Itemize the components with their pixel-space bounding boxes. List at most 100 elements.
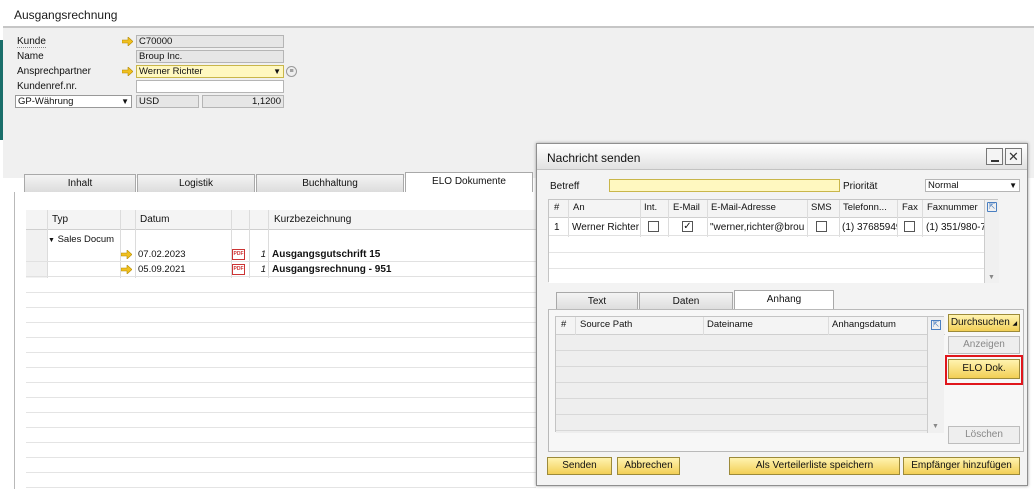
senden-button[interactable]: Senden — [547, 457, 612, 475]
currency-select[interactable]: GP-Währung ▼ — [15, 95, 132, 108]
exchange-rate-field[interactable]: 1,1200 — [202, 95, 284, 108]
fax-checkbox[interactable] — [904, 221, 915, 232]
pdf-icon[interactable]: PDF — [232, 264, 245, 275]
minimize-icon — [991, 160, 999, 162]
link-arrow-icon[interactable] — [121, 250, 132, 259]
row-datum: 07.02.2023 — [138, 249, 186, 260]
window-titlebar: Ausgangsrechnung — [3, 0, 1034, 28]
tab-buchhaltung[interactable]: Buchhaltung — [256, 174, 404, 192]
verteilerliste-button[interactable]: Als Verteilerliste speichern — [729, 457, 900, 475]
col-header-faxnummer: Faxnummer — [927, 202, 978, 213]
betreff-label: Betreff — [550, 181, 580, 192]
nachricht-senden-dialog: Nachricht senden ✕ Betreff Priorität Nor… — [536, 143, 1028, 486]
row-an: Werner Richter — [572, 222, 640, 233]
kundenref-field[interactable] — [136, 80, 284, 93]
chevron-down-icon: ▼ — [48, 237, 55, 244]
tab-anhang[interactable]: Anhang — [734, 290, 834, 310]
row-telefon: (1) 37685949 — [842, 222, 897, 233]
durchsuchen-label: Durchsuchen — [950, 317, 1010, 328]
tab-logistik[interactable]: Logistik — [137, 174, 255, 192]
durchsuchen-button[interactable]: Durchsuchen ◢ — [948, 314, 1020, 332]
name-field[interactable]: Broup Inc. — [136, 50, 284, 63]
kunde-field[interactable]: C70000 — [136, 35, 284, 48]
checkmark-icon: ✓ — [683, 221, 692, 232]
list-icon[interactable]: ≡ — [286, 66, 297, 77]
col-header-sms: SMS — [811, 202, 832, 213]
scroll-down-icon[interactable]: ▼ — [932, 423, 939, 430]
tab-text[interactable]: Text — [556, 292, 638, 310]
window-title: Ausgangsrechnung — [14, 8, 118, 22]
minimize-button[interactable] — [986, 148, 1003, 165]
loeschen-button[interactable]: Löschen — [948, 426, 1020, 444]
col-header-num: # — [554, 202, 560, 213]
tab-inhalt[interactable]: Inhalt — [24, 174, 136, 192]
tab-daten[interactable]: Daten — [639, 292, 733, 310]
email-checkbox[interactable]: ✓ — [682, 221, 693, 232]
row-email-adresse: "werner,richter@brou — [710, 222, 805, 233]
col-header-typ[interactable]: Typ — [52, 214, 68, 225]
col-header-num: # — [561, 319, 567, 330]
currency-select-label: GP-Währung — [18, 96, 74, 107]
link-arrow-icon[interactable] — [122, 37, 133, 46]
elo-documents-table: Typ Datum Kurzbezeichnung ▼ Sales Docum … — [26, 210, 536, 489]
empty-rows — [26, 278, 536, 489]
empty-rows — [549, 237, 984, 283]
recipients-table: # An Int. E-Mail E-Mail-Adresse SMS Tele… — [548, 199, 999, 283]
abbrechen-button[interactable]: Abbrechen — [617, 457, 680, 475]
chevron-down-icon: ▼ — [273, 67, 281, 76]
betreff-input[interactable] — [609, 179, 840, 192]
col-header-dateiname: Dateiname — [707, 319, 753, 330]
chevron-down-icon: ▼ — [1009, 181, 1017, 190]
name-label: Name — [17, 51, 44, 62]
row-faxnummer: (1) 351/980-7 — [926, 222, 984, 233]
link-arrow-icon[interactable] — [121, 265, 132, 274]
expand-icon[interactable]: ⇱ — [987, 202, 997, 212]
row-num: 1 — [554, 222, 560, 233]
ansprechpartner-dropdown[interactable]: Werner Richter ▼ — [136, 65, 284, 78]
kunde-label: Kunde — [17, 36, 46, 48]
chevron-down-icon: ▼ — [121, 97, 129, 106]
col-header-fax: Fax — [902, 202, 918, 213]
row-num: 1 — [260, 249, 266, 260]
row-kurzbezeichnung: Ausgangsgutschrift 15 — [272, 249, 381, 260]
pdf-icon[interactable]: PDF — [232, 249, 245, 260]
group-row[interactable]: ▼ Sales Docum — [48, 234, 114, 245]
row-datum: 05.09.2021 — [138, 264, 186, 275]
row-num: 1 — [260, 264, 266, 275]
triangle-icon: ◢ — [1012, 321, 1018, 327]
dialog-title: Nachricht senden — [547, 151, 641, 165]
int-checkbox[interactable] — [648, 221, 659, 232]
prioritaet-select[interactable]: Normal ▼ — [925, 179, 1020, 192]
prioritaet-value: Normal — [928, 180, 959, 191]
anzeigen-button[interactable]: Anzeigen — [948, 336, 1020, 354]
close-icon: ✕ — [1008, 149, 1019, 164]
scroll-down-icon[interactable]: ▼ — [988, 274, 995, 281]
empty-rows — [556, 335, 927, 433]
elo-dok-button[interactable]: ELO Dok. — [948, 359, 1020, 379]
col-header-kurzbezeichnung[interactable]: Kurzbezeichnung — [274, 214, 351, 225]
col-header-source-path: Source Path — [580, 319, 633, 330]
currency-field[interactable]: USD — [136, 95, 199, 108]
row-kurzbezeichnung: Ausgangsrechnung - 951 — [272, 264, 392, 275]
dialog-titlebar: Nachricht senden ✕ — [537, 144, 1027, 170]
ansprechpartner-value: Werner Richter — [139, 66, 203, 77]
col-header-email-adresse: E-Mail-Adresse — [711, 202, 776, 213]
group-label: Sales Docum — [57, 234, 115, 245]
link-arrow-icon[interactable] — [122, 67, 133, 76]
table-row[interactable]: 07.02.2023 PDF 1 Ausgangsgutschrift 15 — [26, 248, 536, 262]
close-button[interactable]: ✕ — [1005, 148, 1022, 165]
kundenref-label: Kundenref.nr. — [17, 81, 78, 92]
scrollbar[interactable]: ⇱ ▼ — [984, 200, 999, 283]
scrollbar[interactable]: ⇱ ▼ — [927, 317, 944, 433]
col-header-an: An — [573, 202, 585, 213]
tab-elo-dokumente[interactable]: ELO Dokumente — [405, 172, 533, 192]
sms-checkbox[interactable] — [816, 221, 827, 232]
col-header-datum[interactable]: Datum — [140, 214, 169, 225]
col-header-int: Int. — [644, 202, 658, 213]
col-header-email: E-Mail — [673, 202, 700, 213]
table-row[interactable]: 05.09.2021 PDF 1 Ausgangsrechnung - 951 — [26, 263, 536, 277]
table-row[interactable]: 1 Werner Richter ✓ "werner,richter@brou … — [549, 218, 984, 236]
empfaenger-hinzufuegen-button[interactable]: Empfänger hinzufügen — [903, 457, 1020, 475]
prioritaet-label: Priorität — [843, 181, 878, 192]
expand-icon[interactable]: ⇱ — [931, 320, 941, 330]
